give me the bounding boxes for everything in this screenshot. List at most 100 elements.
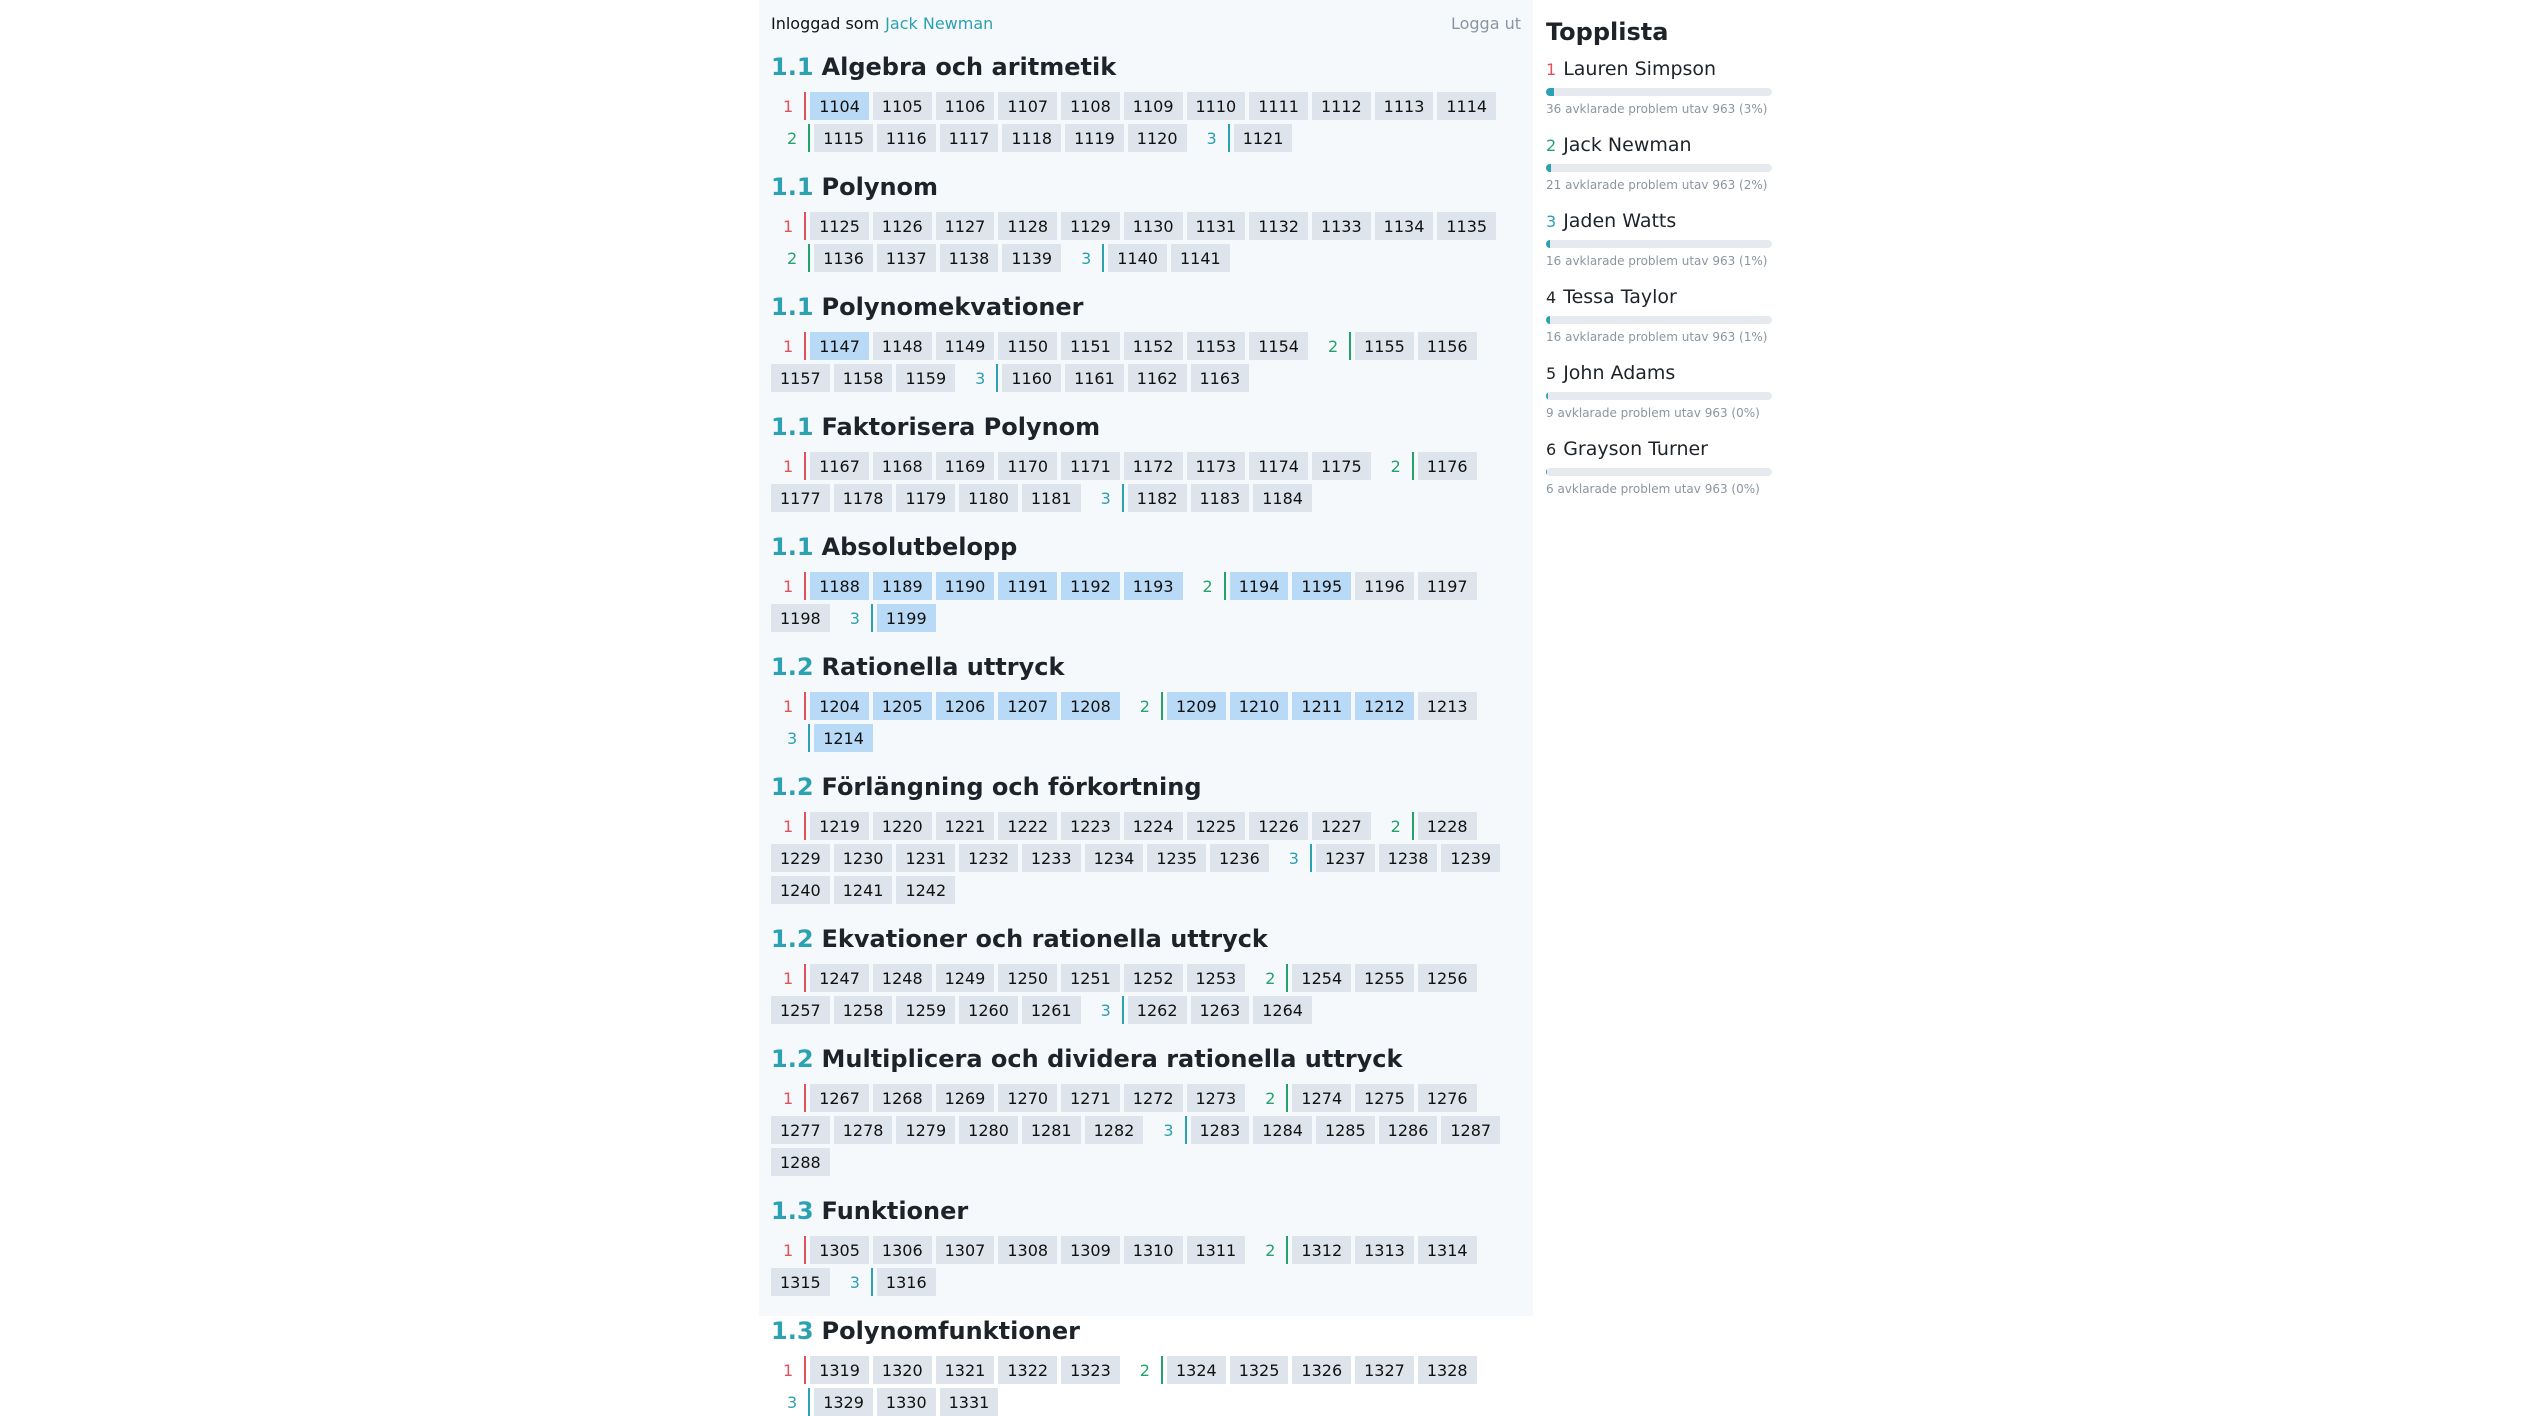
problem-button[interactable]: 1105 (872, 92, 932, 120)
problem-button[interactable]: 1132 (1249, 212, 1308, 240)
problem-button[interactable]: 1178 (833, 484, 893, 512)
problem-button[interactable]: 1276 (1417, 1084, 1477, 1112)
problem-button-completed[interactable]: 1190 (935, 572, 995, 600)
problem-button[interactable]: 1120 (1127, 124, 1187, 152)
problem-button[interactable]: 1260 (959, 996, 1018, 1024)
problem-button[interactable]: 1268 (872, 1084, 932, 1112)
problem-button[interactable]: 1288 (771, 1148, 830, 1176)
problem-button[interactable]: 1220 (872, 812, 932, 840)
problem-button[interactable]: 1287 (1441, 1116, 1501, 1144)
problem-button[interactable]: 1169 (935, 452, 995, 480)
problem-button[interactable]: 1247 (810, 964, 869, 992)
logout-link[interactable]: Logga ut (1451, 14, 1521, 33)
problem-button-completed[interactable]: 1192 (1061, 572, 1120, 600)
problem-button[interactable]: 1240 (771, 876, 830, 904)
problem-button[interactable]: 1170 (998, 452, 1058, 480)
problem-button[interactable]: 1125 (810, 212, 869, 240)
problem-button[interactable]: 1167 (810, 452, 869, 480)
problem-button[interactable]: 1232 (959, 844, 1018, 872)
problem-button[interactable]: 1219 (810, 812, 869, 840)
problem-button-completed[interactable]: 1104 (810, 92, 869, 120)
problem-button[interactable]: 1233 (1021, 844, 1081, 872)
problem-button[interactable]: 1154 (1249, 332, 1308, 360)
problem-button[interactable]: 1149 (935, 332, 995, 360)
problem-button[interactable]: 1196 (1355, 572, 1414, 600)
problem-button[interactable]: 1249 (935, 964, 995, 992)
problem-button-completed[interactable]: 1205 (872, 692, 932, 720)
problem-button[interactable]: 1159 (896, 364, 956, 392)
problem-button[interactable]: 1322 (998, 1356, 1058, 1384)
problem-button[interactable]: 1316 (876, 1268, 936, 1296)
problem-button[interactable]: 1171 (1061, 452, 1120, 480)
problem-button[interactable]: 1275 (1355, 1084, 1414, 1112)
problem-button-completed[interactable]: 1212 (1355, 692, 1414, 720)
problem-button[interactable]: 1109 (1123, 92, 1183, 120)
problem-button[interactable]: 1235 (1147, 844, 1207, 872)
problem-button[interactable]: 1278 (833, 1116, 893, 1144)
problem-button[interactable]: 1135 (1437, 212, 1497, 240)
problem-button[interactable]: 1126 (872, 212, 932, 240)
problem-button[interactable]: 1326 (1292, 1356, 1352, 1384)
problem-button[interactable]: 1226 (1249, 812, 1308, 840)
problem-button[interactable]: 1114 (1437, 92, 1497, 120)
problem-button[interactable]: 1181 (1021, 484, 1081, 512)
problem-button[interactable]: 1116 (876, 124, 936, 152)
problem-button[interactable]: 1156 (1417, 332, 1477, 360)
problem-button-completed[interactable]: 1193 (1123, 572, 1183, 600)
problem-button[interactable]: 1108 (1061, 92, 1120, 120)
problem-button[interactable]: 1241 (833, 876, 893, 904)
problem-button[interactable]: 1229 (771, 844, 830, 872)
problem-button[interactable]: 1256 (1417, 964, 1477, 992)
problem-button[interactable]: 1179 (896, 484, 956, 512)
problem-button[interactable]: 1168 (872, 452, 932, 480)
problem-button[interactable]: 1234 (1084, 844, 1144, 872)
problem-button[interactable]: 1150 (998, 332, 1058, 360)
problem-button[interactable]: 1313 (1355, 1236, 1414, 1264)
problem-button[interactable]: 1250 (998, 964, 1058, 992)
problem-button[interactable]: 1312 (1292, 1236, 1352, 1264)
problem-button[interactable]: 1141 (1170, 244, 1230, 272)
problem-button[interactable]: 1281 (1021, 1116, 1081, 1144)
problem-button[interactable]: 1279 (896, 1116, 956, 1144)
problem-button[interactable]: 1271 (1061, 1084, 1120, 1112)
problem-button-completed[interactable]: 1214 (814, 724, 873, 752)
problem-button[interactable]: 1224 (1123, 812, 1183, 840)
problem-button[interactable]: 1175 (1311, 452, 1371, 480)
problem-button[interactable]: 1118 (1002, 124, 1062, 152)
problem-button[interactable]: 1305 (810, 1236, 869, 1264)
problem-button[interactable]: 1239 (1441, 844, 1501, 872)
problem-button[interactable]: 1106 (935, 92, 995, 120)
problem-button[interactable]: 1253 (1186, 964, 1246, 992)
problem-button[interactable]: 1227 (1311, 812, 1371, 840)
problem-button[interactable]: 1306 (872, 1236, 932, 1264)
problem-button-completed[interactable]: 1147 (810, 332, 869, 360)
problem-button[interactable]: 1308 (998, 1236, 1058, 1264)
problem-button[interactable]: 1174 (1249, 452, 1308, 480)
problem-button[interactable]: 1115 (814, 124, 873, 152)
problem-button[interactable]: 1237 (1315, 844, 1375, 872)
problem-button[interactable]: 1252 (1123, 964, 1183, 992)
problem-button[interactable]: 1236 (1210, 844, 1269, 872)
problem-button[interactable]: 1228 (1417, 812, 1477, 840)
problem-button[interactable]: 1284 (1253, 1116, 1312, 1144)
problem-button[interactable]: 1261 (1021, 996, 1081, 1024)
problem-button[interactable]: 1274 (1292, 1084, 1352, 1112)
problem-button-completed[interactable]: 1210 (1229, 692, 1289, 720)
problem-button[interactable]: 1117 (939, 124, 999, 152)
problem-button[interactable]: 1285 (1315, 1116, 1375, 1144)
problem-button-completed[interactable]: 1188 (810, 572, 869, 600)
problem-button[interactable]: 1162 (1127, 364, 1187, 392)
problem-button-completed[interactable]: 1199 (876, 604, 936, 632)
problem-button[interactable]: 1330 (876, 1388, 936, 1416)
problem-button[interactable]: 1152 (1123, 332, 1183, 360)
problem-button[interactable]: 1180 (959, 484, 1018, 512)
problem-button[interactable]: 1307 (935, 1236, 995, 1264)
problem-button[interactable]: 1163 (1190, 364, 1250, 392)
problem-button[interactable]: 1225 (1186, 812, 1246, 840)
problem-button[interactable]: 1155 (1355, 332, 1414, 360)
problem-button-completed[interactable]: 1204 (810, 692, 869, 720)
problem-button[interactable]: 1136 (814, 244, 873, 272)
problem-button[interactable]: 1311 (1186, 1236, 1246, 1264)
problem-button[interactable]: 1111 (1249, 92, 1308, 120)
problem-button[interactable]: 1221 (935, 812, 995, 840)
